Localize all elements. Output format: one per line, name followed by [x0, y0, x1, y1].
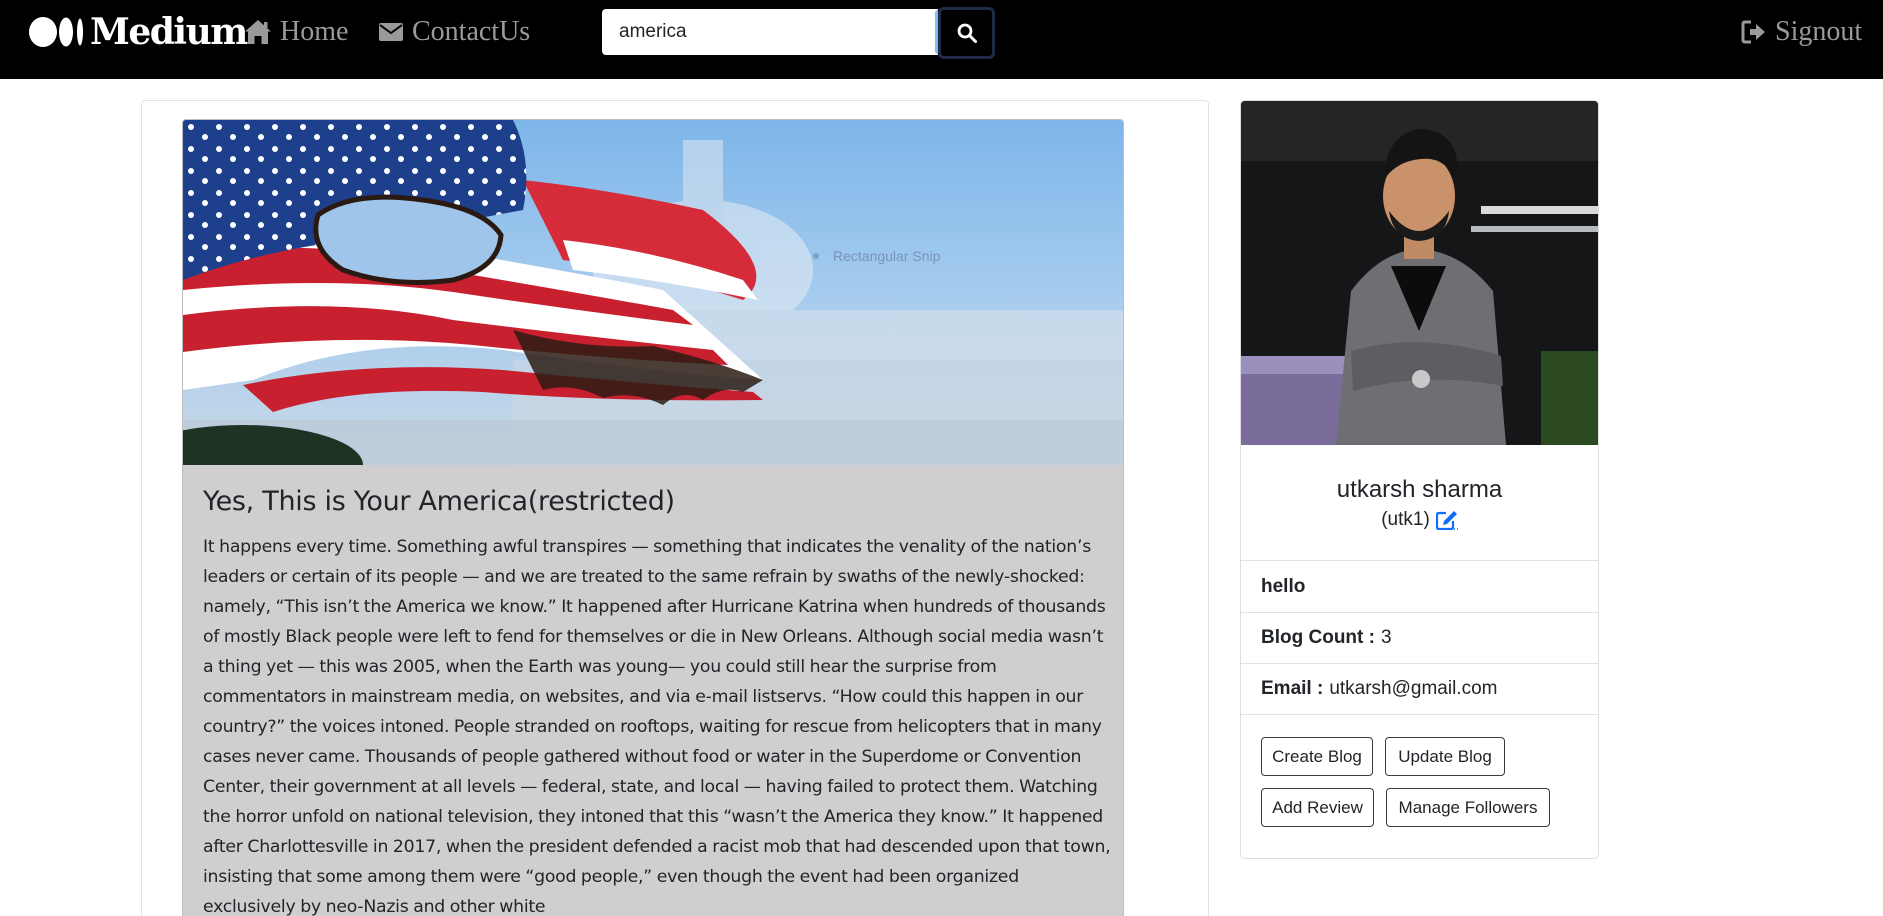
blog-count-row: Blog Count : 3 [1241, 612, 1598, 663]
blog-body: It happens every time. Something awful t… [203, 537, 1111, 916]
profile-photo [1241, 101, 1598, 445]
blog-count-label: Blog Count : [1261, 627, 1375, 648]
manage-followers-button[interactable]: Manage Followers [1386, 788, 1550, 827]
blog-count-value: 3 [1380, 627, 1392, 648]
brand-link[interactable]: Medium [28, 10, 248, 54]
blog-card[interactable]: Rectangular Snip Yes, This is Your Ameri… [182, 119, 1124, 916]
search-button[interactable] [938, 7, 995, 59]
home-icon [245, 20, 271, 44]
snip-label-text: Rectangular Snip [833, 248, 941, 264]
nav-home-link[interactable]: Home [244, 14, 348, 50]
email-value: utkarsh@gmail.com [1329, 678, 1498, 699]
profile-handle: (utk1) [1381, 509, 1430, 530]
profile-bio: hello [1261, 575, 1306, 597]
signout-icon [1741, 20, 1765, 44]
profile-handle-row: (utk1) [1241, 509, 1598, 531]
email-label: Email : [1261, 678, 1324, 699]
blog-cover-image [183, 120, 1123, 465]
profile-actions: Create Blog Update Blog Add Review Manag… [1241, 714, 1598, 858]
nav-home-label: Home [280, 16, 349, 47]
brand-name: Medium [90, 11, 248, 53]
search-icon [957, 23, 977, 43]
nav-contact-label: ContactUs [412, 16, 531, 47]
profile-name: utkarsh sharma [1336, 476, 1503, 503]
create-blog-button[interactable]: Create Blog [1261, 737, 1373, 776]
signout-label: Signout [1775, 16, 1863, 47]
rectangular-snip-overlay: Rectangular Snip [813, 248, 940, 264]
edit-icon[interactable] [1435, 510, 1458, 530]
signout-link[interactable]: Signout [1741, 14, 1862, 50]
profile-bio-row: hello [1241, 560, 1598, 612]
medium-logo-icon [29, 17, 83, 47]
blog-results-panel: Rectangular Snip Yes, This is Your Ameri… [141, 100, 1209, 916]
email-row: Email : utkarsh@gmail.com [1241, 663, 1598, 714]
blog-title[interactable]: Yes, This is Your America(restricted) [203, 486, 675, 517]
add-review-button[interactable]: Add Review [1261, 788, 1374, 827]
update-blog-button[interactable]: Update Blog [1385, 737, 1505, 776]
nav-contact-link[interactable]: ContactUs [378, 14, 530, 50]
profile-card: utkarsh sharma (utk1) hello Blog Count :… [1240, 100, 1599, 859]
envelope-icon [379, 23, 403, 41]
search-input[interactable] [602, 9, 938, 55]
top-navbar: Medium Home ContactUs Signout [0, 0, 1883, 79]
